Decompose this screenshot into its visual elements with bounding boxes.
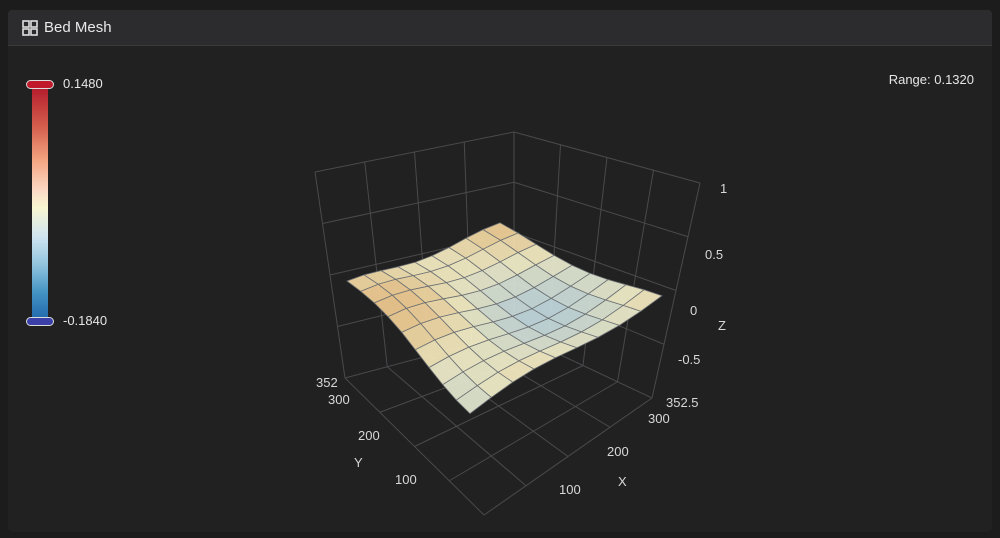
x-axis-label: X [618,474,627,489]
z-tick-1: 1 [720,181,727,196]
y-tick-300: 300 [328,392,350,407]
mesh-3d-plot[interactable]: 1 0.5 0 -0.5 Z 352.5 300 200 100 X 352 3… [0,0,1000,538]
wall-grid-line [513,181,689,238]
x-tick-100: 100 [559,482,581,497]
y-tick-100: 100 [395,472,417,487]
z-tick-0: 0 [690,303,697,318]
x-tick-352-5: 352.5 [666,395,699,410]
x-tick-300: 300 [648,411,670,426]
y-axis-label: Y [354,455,363,470]
z-tick-neg-0-5: -0.5 [678,352,700,367]
y-tick-200: 200 [358,428,380,443]
z-tick-0-5: 0.5 [705,247,723,262]
y-tick-352: 352 [316,375,338,390]
mesh-surface [346,222,663,415]
z-axis-label: Z [718,318,726,333]
wall-grid-line [322,181,515,224]
x-tick-200: 200 [607,444,629,459]
